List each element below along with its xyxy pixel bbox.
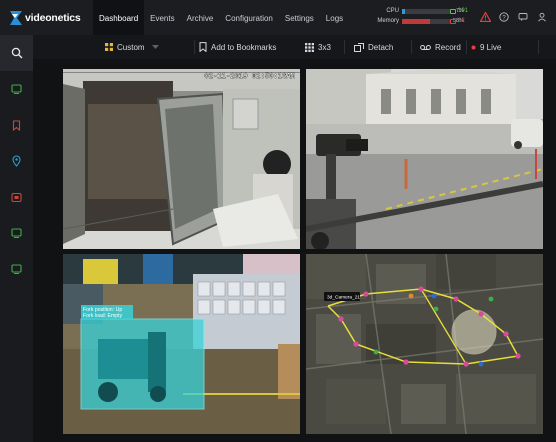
monitor-icon xyxy=(11,227,22,238)
layout-select-label: Custom xyxy=(117,42,145,52)
camera-grid: 02-11-2019 02:50:16AM Fork position: Up … xyxy=(55,62,549,435)
toolbar-divider xyxy=(194,40,195,54)
detach-button[interactable]: Detach xyxy=(354,38,393,56)
bookmark-icon xyxy=(12,119,21,131)
search-icon xyxy=(11,47,22,59)
nav-dashboard[interactable]: Dashboard xyxy=(93,0,145,35)
camera-tile-map[interactable]: 3d_Camera_21 xyxy=(306,254,543,434)
sidebar-monitor-3[interactable] xyxy=(0,251,33,287)
sidebar-search[interactable] xyxy=(0,35,33,71)
monitor-icon xyxy=(11,83,22,94)
red-alert-count: 12 xyxy=(458,18,465,24)
camera-tile-elevator[interactable]: 02-11-2019 02:50:16AM xyxy=(63,69,300,249)
cpu-bar xyxy=(402,8,450,14)
warning-icon[interactable] xyxy=(478,9,492,25)
help-icon[interactable]: ? xyxy=(497,9,511,25)
add-bookmark-label: Add to Bookmarks xyxy=(211,42,277,52)
live-count-label: 9 Live xyxy=(480,42,502,52)
record-label: Record xyxy=(435,42,461,52)
view-toolbar: Custom Add to Bookmarks 3x3 Detach Recor… xyxy=(33,35,556,59)
toolbar-divider xyxy=(411,40,412,54)
logo-mark-icon xyxy=(10,10,22,25)
grid-size-label: 3x3 xyxy=(318,42,331,52)
user-icon[interactable] xyxy=(535,9,549,25)
live-dot-icon xyxy=(471,45,476,49)
sidebar-map[interactable] xyxy=(0,143,33,179)
live-count-button[interactable]: 9 Live xyxy=(471,38,501,56)
logo-text: videonetics xyxy=(25,11,81,24)
map-camera-label: 3d_Camera_21 xyxy=(327,295,360,301)
toolbar-divider xyxy=(538,40,539,54)
layout-select[interactable]: Custom xyxy=(105,38,159,56)
green-alert-count: 191 xyxy=(458,8,469,14)
map-pin-icon xyxy=(12,155,21,167)
device-online-icon xyxy=(450,8,456,14)
sidebar-monitor-2[interactable] xyxy=(0,215,33,251)
toolbar-divider xyxy=(344,40,345,54)
left-sidebar xyxy=(0,35,33,442)
toolbar-divider xyxy=(466,40,467,54)
grid-size-button[interactable]: 3x3 xyxy=(305,38,331,56)
elevator-timestamp: 02-11-2019 02:50:16AM xyxy=(204,73,295,81)
nav-archive[interactable]: Archive xyxy=(181,0,220,35)
nav-settings[interactable]: Settings xyxy=(279,0,320,35)
nav-events[interactable]: Events xyxy=(144,0,180,35)
red-alert[interactable]: 12 xyxy=(450,16,472,26)
detach-icon xyxy=(354,42,364,52)
camera-tile-warehouse[interactable]: Fork position: Up Fork load: Empty xyxy=(63,254,300,434)
green-alert[interactable]: 191 xyxy=(450,6,472,16)
nav-configuration[interactable]: Configuration xyxy=(219,0,279,35)
cpu-label: CPU xyxy=(386,8,399,14)
nav-logs[interactable]: Logs xyxy=(320,0,349,35)
add-bookmark-button[interactable]: Add to Bookmarks xyxy=(199,38,276,56)
record-button[interactable]: Record xyxy=(420,38,461,56)
chat-icon[interactable] xyxy=(516,9,530,25)
street-video-feed xyxy=(306,69,543,249)
bookmark-add-icon xyxy=(199,42,207,52)
sidebar-record[interactable] xyxy=(0,179,33,215)
memory-label: Memory xyxy=(377,18,399,24)
alert-counters: 191 12 xyxy=(450,6,472,26)
sidebar-bookmarks[interactable] xyxy=(0,107,33,143)
camera-tile-street[interactable] xyxy=(306,69,543,249)
record-tape-icon xyxy=(420,44,431,50)
app-logo[interactable]: videonetics xyxy=(0,0,93,35)
record-icon xyxy=(11,192,22,202)
satellite-map: 3d_Camera_21 xyxy=(306,254,543,434)
top-right-icons: ? xyxy=(478,9,554,25)
sidebar-monitor-1[interactable] xyxy=(0,71,33,107)
monitor-icon xyxy=(11,263,22,274)
device-offline-icon xyxy=(450,18,456,24)
memory-bar xyxy=(402,18,450,24)
detach-label: Detach xyxy=(368,42,394,52)
main-nav: Dashboard Events Archive Configuration S… xyxy=(93,0,349,35)
elevator-video-feed: 02-11-2019 02:50:16AM xyxy=(63,69,300,249)
cpu-bar-fill xyxy=(402,8,406,14)
warehouse-video-feed: Fork position: Up Fork load: Empty xyxy=(63,254,300,434)
layout-grid-icon xyxy=(105,43,113,51)
forklift-label-load: Fork load: Empty xyxy=(83,313,123,319)
memory-bar-fill xyxy=(402,18,430,24)
chevron-down-icon xyxy=(151,44,159,49)
top-bar: videonetics Dashboard Events Archive Con… xyxy=(0,0,556,35)
grid-icon xyxy=(305,42,314,52)
